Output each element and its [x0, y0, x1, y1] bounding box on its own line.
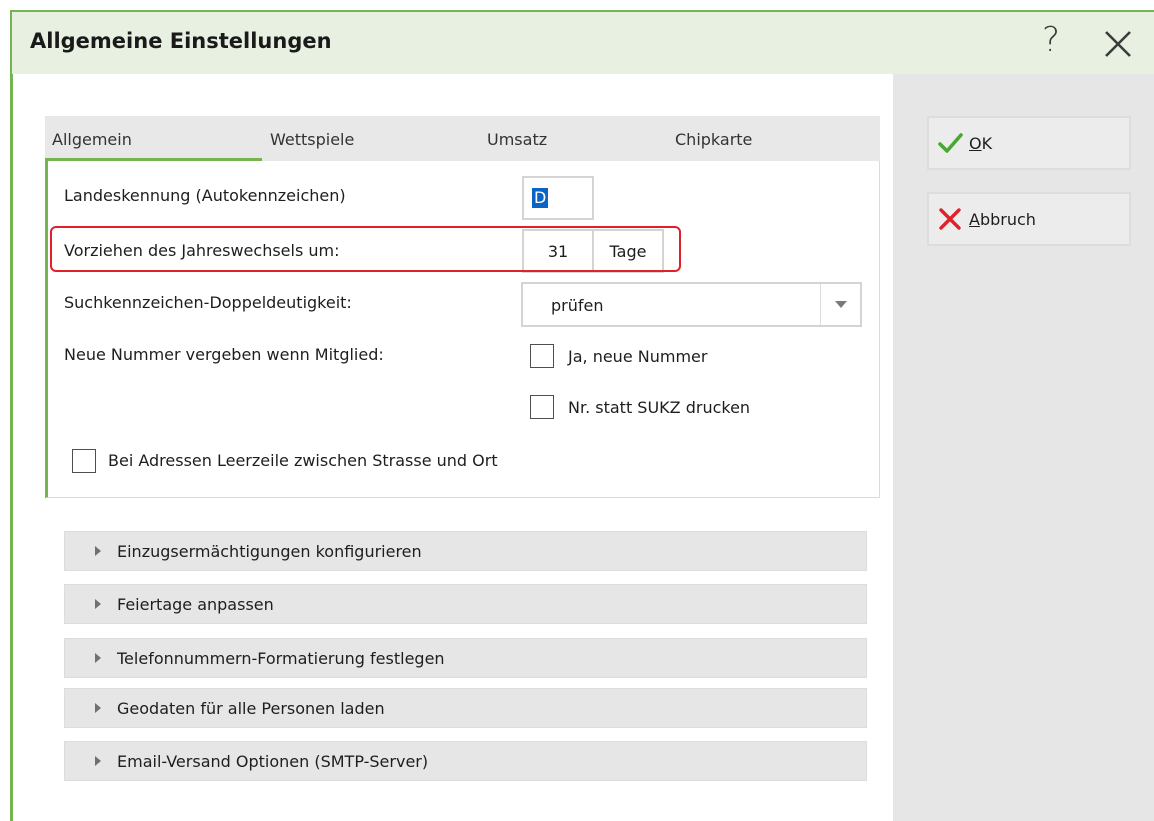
expand-arrow-icon	[95, 546, 101, 556]
cancel-button[interactable]: Abbruch	[927, 192, 1131, 246]
country-code-value: D	[532, 188, 549, 208]
help-icon[interactable]: ?	[1042, 20, 1060, 60]
section-holidays[interactable]: Feiertage anpassen	[64, 584, 867, 624]
tab-umsatz[interactable]: Umsatz	[487, 130, 547, 149]
cross-icon	[939, 208, 961, 230]
chevron-down-icon	[835, 301, 847, 308]
ok-button[interactable]: OK	[927, 116, 1131, 170]
ok-button-label: OK	[969, 133, 993, 153]
checkmark-icon	[938, 133, 963, 153]
button-panel	[893, 74, 1154, 821]
highlight-frame	[50, 226, 681, 272]
expand-arrow-icon	[95, 703, 101, 713]
section-geodata[interactable]: Geodaten für alle Personen laden	[64, 688, 867, 728]
section-label: Geodaten für alle Personen laden	[117, 698, 385, 718]
new-number-checkbox-label[interactable]: Ja, neue Nummer	[568, 347, 707, 366]
section-email-options[interactable]: Email-Versand Optionen (SMTP-Server)	[64, 741, 867, 781]
section-direct-debit[interactable]: Einzugsermächtigungen konfigurieren	[64, 531, 867, 571]
tab-content-allgemein	[45, 161, 880, 498]
blank-line-checkbox[interactable]	[72, 449, 96, 473]
tab-allgemein[interactable]: Allgemein	[52, 130, 132, 149]
window-title: Allgemeine Einstellungen	[30, 29, 332, 53]
print-nr-checkbox[interactable]	[530, 395, 554, 419]
expand-arrow-icon	[95, 599, 101, 609]
title-bar: Allgemeine Einstellungen ?	[10, 10, 1154, 74]
section-label: Telefonnummern-Formatierung festlegen	[117, 648, 445, 668]
cancel-button-label: Abbruch	[969, 209, 1036, 229]
section-label: Feiertage anpassen	[117, 594, 274, 614]
tab-wettspiele[interactable]: Wettspiele	[270, 130, 354, 149]
new-number-label: Neue Nummer vergeben wenn Mitglied:	[64, 345, 384, 364]
country-code-label: Landeskennung (Autokennzeichen)	[64, 186, 346, 205]
dropdown-arrow-button[interactable]	[820, 284, 860, 325]
close-icon[interactable]	[1100, 26, 1136, 62]
search-ambiguity-label: Suchkennzeichen-Doppeldeutigkeit:	[64, 293, 352, 312]
section-label: Email-Versand Optionen (SMTP-Server)	[117, 751, 429, 771]
section-label: Einzugsermächtigungen konfigurieren	[117, 541, 422, 561]
tab-chipkarte[interactable]: Chipkarte	[675, 130, 752, 149]
tab-bar: Allgemein Wettspiele Umsatz Chipkarte	[45, 116, 880, 161]
search-ambiguity-value: prüfen	[551, 296, 604, 315]
search-ambiguity-select[interactable]: prüfen	[521, 282, 862, 327]
expand-arrow-icon	[95, 756, 101, 766]
blank-line-checkbox-label[interactable]: Bei Adressen Leerzeile zwischen Strasse …	[108, 451, 498, 470]
new-number-checkbox[interactable]	[530, 344, 554, 368]
expand-arrow-icon	[95, 653, 101, 663]
print-nr-checkbox-label[interactable]: Nr. statt SUKZ drucken	[568, 398, 750, 417]
window-left-border	[10, 74, 13, 821]
country-code-input[interactable]: D	[522, 176, 594, 220]
section-phone-format[interactable]: Telefonnummern-Formatierung festlegen	[64, 638, 867, 678]
